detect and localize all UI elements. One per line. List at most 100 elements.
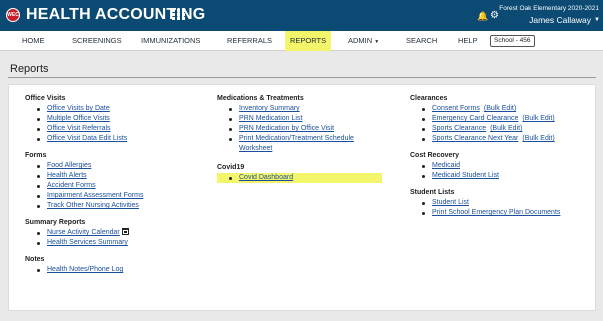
student-lists-list: Student List Print School Emergency Plan… [410, 198, 560, 218]
bell-icon[interactable]: 🔔 [477, 11, 488, 22]
report-link[interactable]: Inventory Summary [239, 105, 300, 112]
reports-column-2: Medications & Treatments Inventory Summa… [217, 95, 382, 191]
chevron-down-icon: ▼ [374, 39, 380, 45]
list-item: Print Medication/Treatment Schedule Work… [217, 134, 382, 154]
list-item: Medicaid [410, 161, 560, 171]
list-item: Multiple Office Visits [25, 114, 143, 124]
chevron-down-icon[interactable]: ▼ [594, 17, 600, 23]
list-item: Nurse Activity Calendar [25, 228, 143, 238]
section-title-summary-reports: Summary Reports [25, 219, 86, 226]
nav-immunizations[interactable]: IMMUNIZATIONS [141, 31, 200, 51]
medications-list: Inventory Summary PRN Medication List PR… [217, 104, 382, 154]
list-item: Consent Forms (Bulk Edit) [410, 104, 560, 114]
report-link[interactable]: Sports Clearance [432, 125, 486, 132]
report-link[interactable]: Emergency Card Clearance [432, 115, 518, 122]
section-title-covid19: Covid19 [217, 164, 245, 171]
report-link[interactable]: Print Medication/Treatment Schedule Work… [239, 135, 354, 152]
report-link[interactable]: Office Visit Referrals [47, 125, 111, 132]
school-year-label: Forest Oak Elementary 2020-2021 [499, 5, 599, 12]
report-link[interactable]: Print School Emergency Plan Documents [432, 209, 560, 216]
list-item: PRN Medication List [217, 114, 382, 124]
page-title: Reports [10, 63, 49, 75]
report-link[interactable]: Food Allergies [47, 162, 91, 169]
app-header: WEC HEALTH ACCOUNTING 🔔 ⚙ Forest Oak Ele… [0, 0, 603, 31]
nav-search[interactable]: SEARCH [406, 31, 437, 51]
section-title-clearances: Clearances [410, 95, 448, 102]
apps-grid-icon[interactable] [172, 9, 186, 21]
clearances-list: Consent Forms (Bulk Edit) Emergency Card … [410, 104, 560, 144]
report-link[interactable]: Medicaid Student List [432, 172, 499, 179]
section-title-cost-recovery: Cost Recovery [410, 152, 460, 159]
list-item: Emergency Card Clearance (Bulk Edit) [410, 114, 560, 124]
bulk-edit-link[interactable]: (Bulk Edit) [490, 125, 522, 132]
list-item: PRN Medication by Office Visit [217, 124, 382, 134]
section-title-medications: Medications & Treatments [217, 95, 304, 102]
list-item: Food Allergies [25, 161, 143, 171]
cost-recovery-list: Medicaid Medicaid Student List [410, 161, 560, 181]
list-item: Inventory Summary [217, 104, 382, 114]
nav-home[interactable]: HOME [22, 31, 45, 51]
bulk-edit-link[interactable]: (Bulk Edit) [484, 105, 516, 112]
bulk-edit-link[interactable]: (Bulk Edit) [522, 115, 554, 122]
nav-screenings[interactable]: SCREENINGS [72, 31, 122, 51]
office-visits-list: Office Visits by Date Multiple Office Vi… [25, 104, 143, 144]
forms-list: Food Allergies Health Alerts Accident Fo… [25, 161, 143, 211]
reports-panel: Office Visits Office Visits by Date Mult… [8, 84, 596, 311]
list-item: Health Services Summary [25, 238, 143, 248]
app-logo: WEC [6, 8, 20, 22]
list-item: Student List [410, 198, 560, 208]
list-item: Print School Emergency Plan Documents [410, 208, 560, 218]
section-title-student-lists: Student Lists [410, 189, 455, 196]
report-link[interactable]: Nurse Activity Calendar [47, 229, 120, 236]
reports-column-3: Clearances Consent Forms (Bulk Edit) Emer… [410, 95, 560, 226]
list-item: Impairment Assessment Forms [25, 191, 143, 201]
report-link[interactable]: PRN Medication List [239, 115, 302, 122]
report-link[interactable]: Office Visit Data Edit Lists [47, 135, 127, 142]
section-title-forms: Forms [25, 152, 47, 159]
report-link[interactable]: Health Alerts [47, 172, 87, 179]
report-link[interactable]: Health Notes/Phone Log [47, 266, 123, 273]
covid-dashboard-link[interactable]: Covid Dashboard [239, 174, 293, 181]
list-item: Health Notes/Phone Log [25, 265, 143, 275]
logo-text: WEC [7, 12, 19, 18]
report-link[interactable]: Sports Clearance Next Year [432, 135, 518, 142]
reports-column-1: Office Visits Office Visits by Date Mult… [25, 95, 143, 283]
section-title-office-visits: Office Visits [25, 95, 66, 102]
report-link[interactable]: Impairment Assessment Forms [47, 192, 143, 199]
summary-reports-list: Nurse Activity Calendar Health Services … [25, 228, 143, 248]
report-link[interactable]: Office Visits by Date [47, 105, 110, 112]
list-item: Accident Forms [25, 181, 143, 191]
nav-admin[interactable]: ADMIN ▼ [348, 31, 379, 51]
notes-list: Health Notes/Phone Log [25, 265, 143, 275]
report-link[interactable]: Accident Forms [47, 182, 96, 189]
section-title-notes: Notes [25, 256, 45, 263]
list-item: Office Visit Data Edit Lists [25, 134, 143, 144]
main-nav: HOME SCREENINGS IMMUNIZATIONS REFERRALS … [0, 31, 603, 51]
bulk-edit-link[interactable]: (Bulk Edit) [522, 135, 554, 142]
report-link[interactable]: Medicaid [432, 162, 460, 169]
report-link[interactable]: Multiple Office Visits [47, 115, 110, 122]
list-item: Sports Clearance (Bulk Edit) [410, 124, 560, 134]
list-item: Health Alerts [25, 171, 143, 181]
report-link[interactable]: Consent Forms [432, 105, 480, 112]
report-link[interactable]: PRN Medication by Office Visit [239, 125, 334, 132]
report-link[interactable]: Track Other Nursing Activities [47, 202, 139, 209]
school-selector[interactable]: School - 456 [490, 35, 535, 47]
list-item: Sports Clearance Next Year (Bulk Edit) [410, 134, 560, 144]
user-menu[interactable]: James Callaway [529, 15, 591, 25]
calendar-icon[interactable] [121, 228, 129, 235]
report-link[interactable]: Health Services Summary [47, 239, 128, 246]
gear-icon[interactable]: ⚙ [490, 10, 499, 21]
list-item: Office Visit Referrals [25, 124, 143, 134]
list-item: Office Visits by Date [25, 104, 143, 114]
list-item: Covid Dashboard [217, 173, 382, 183]
title-divider [8, 77, 596, 78]
list-item: Track Other Nursing Activities [25, 201, 143, 211]
covid19-list: Covid Dashboard [217, 173, 382, 183]
nav-help[interactable]: HELP [458, 31, 478, 51]
list-item: Medicaid Student List [410, 171, 560, 181]
nav-admin-label: ADMIN [348, 36, 373, 45]
nav-reports[interactable]: REPORTS [285, 31, 332, 51]
nav-referrals[interactable]: REFERRALS [227, 31, 272, 51]
report-link[interactable]: Student List [432, 199, 469, 206]
